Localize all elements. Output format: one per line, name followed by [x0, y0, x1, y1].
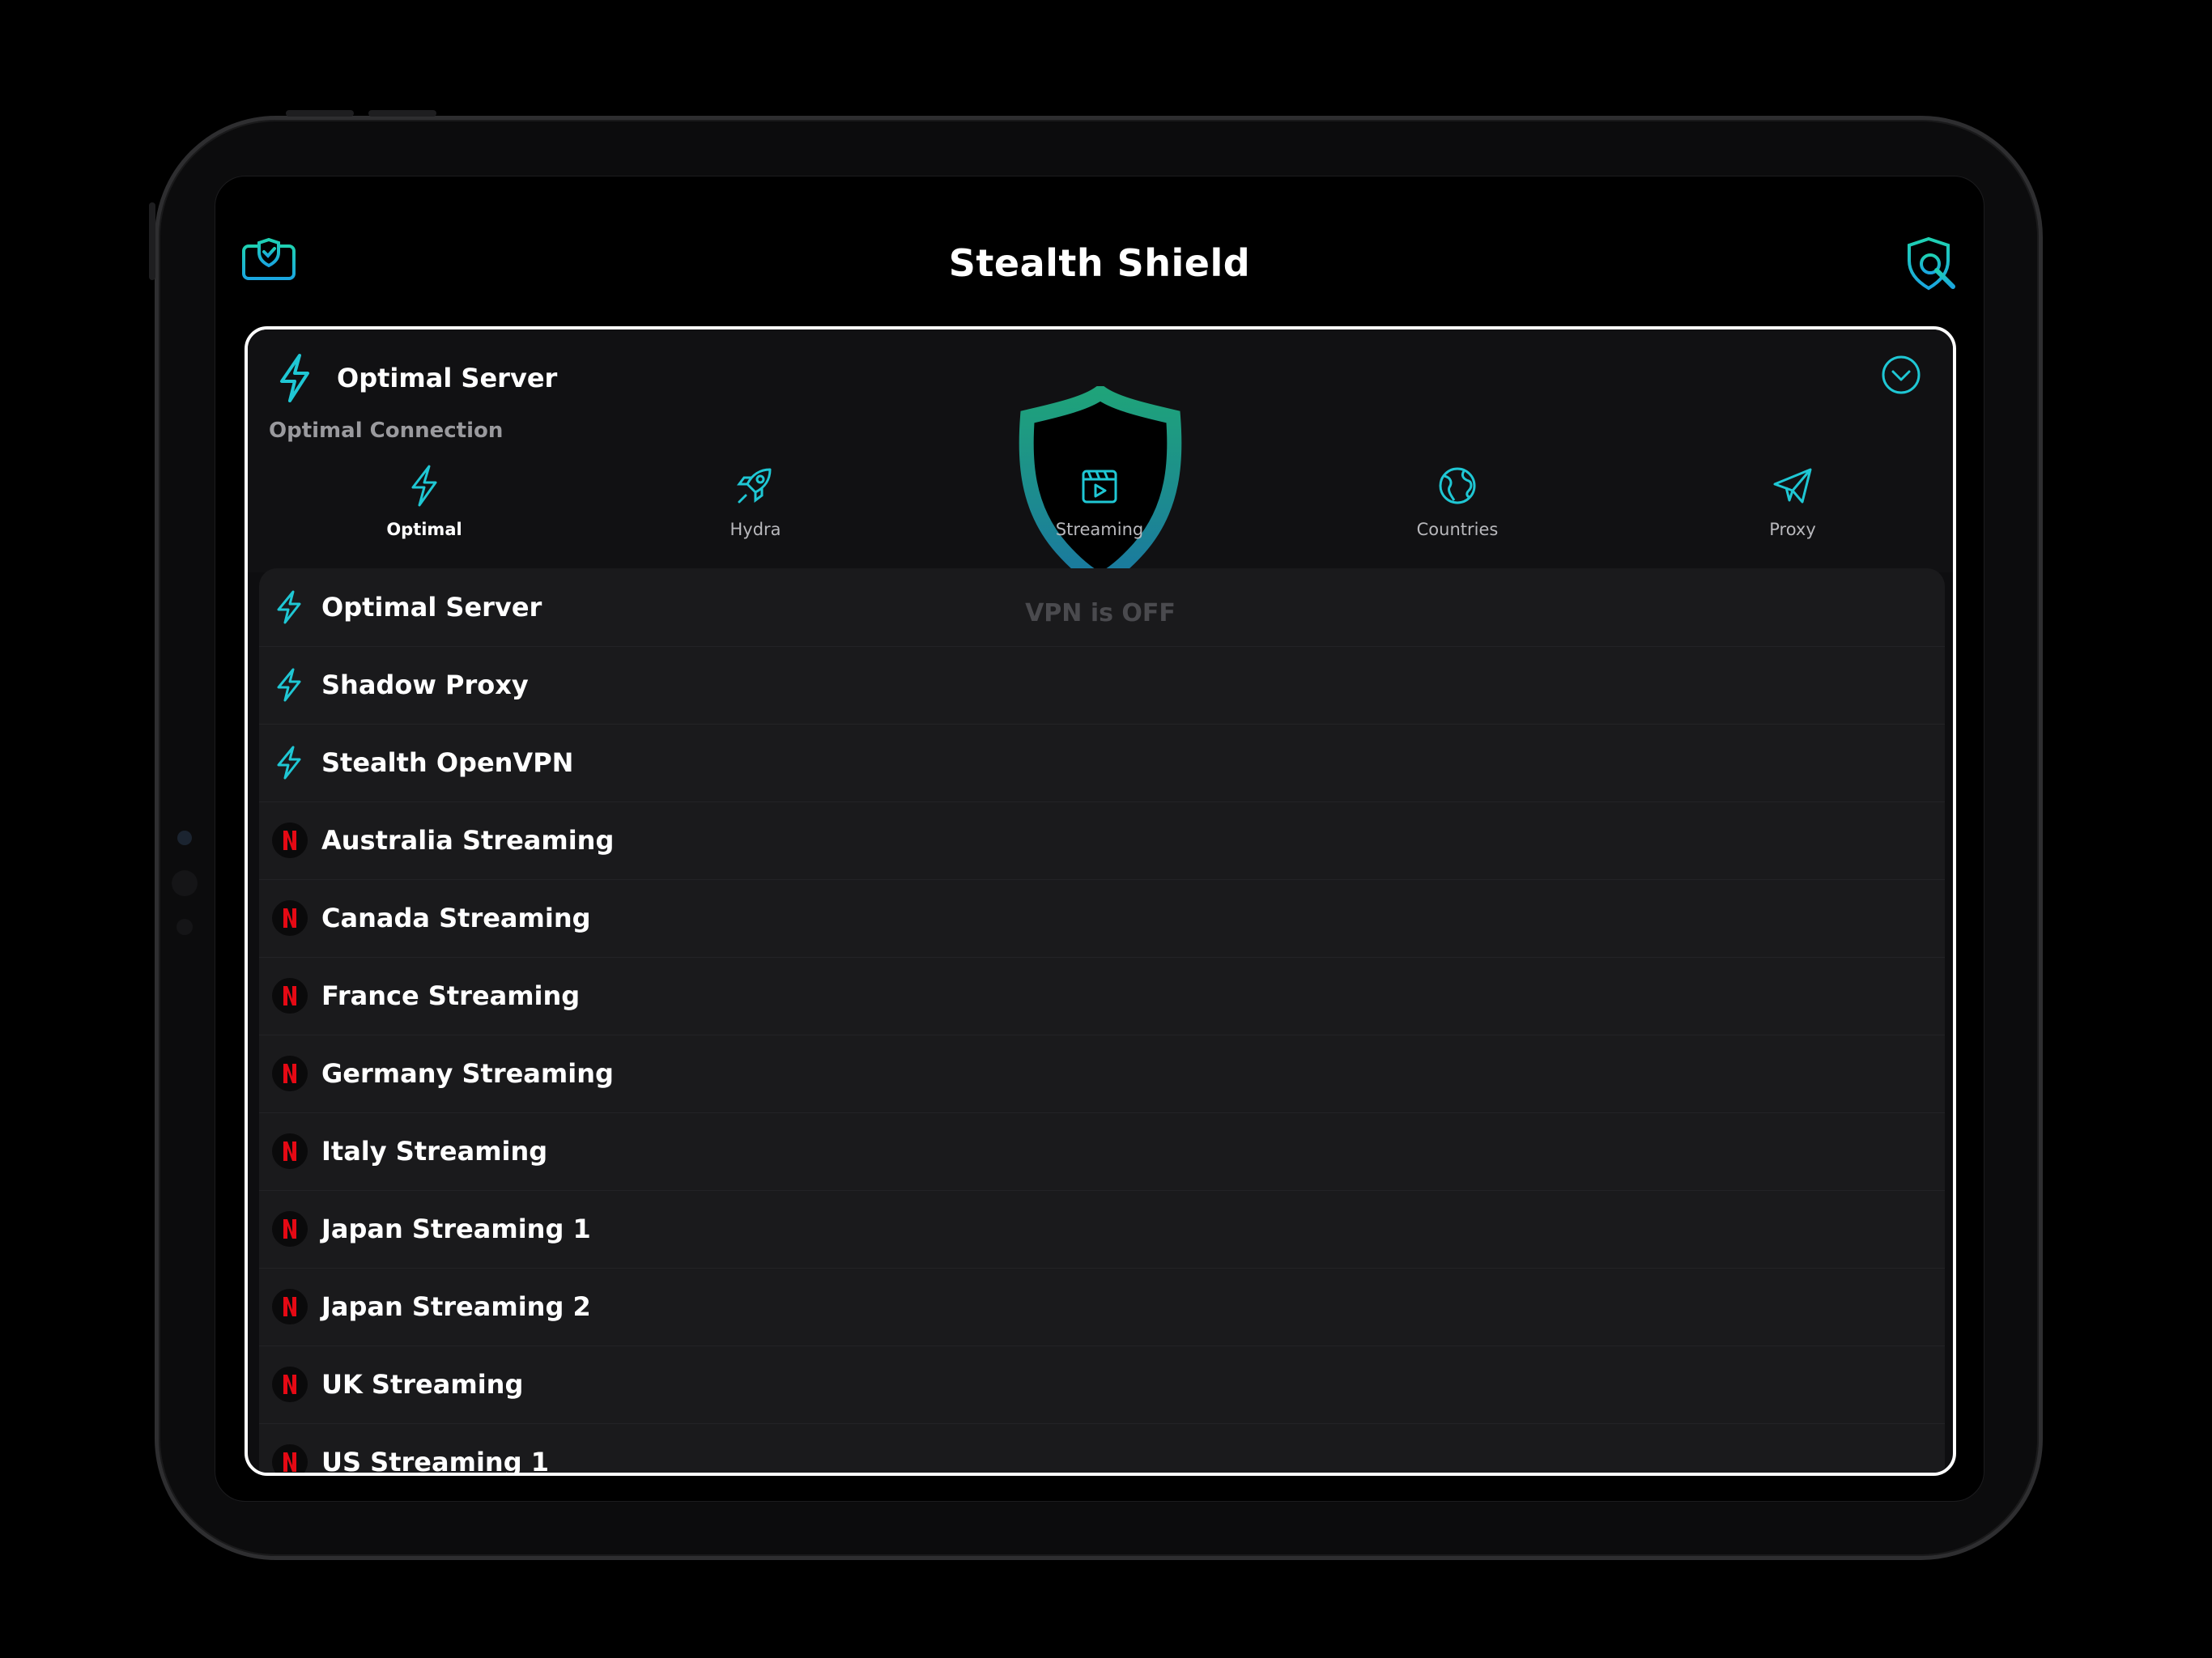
tab-label: Hydra	[730, 520, 781, 539]
netflix-icon	[272, 1211, 308, 1247]
bolt-icon	[277, 668, 301, 702]
server-name: US Streaming 1	[321, 1447, 549, 1476]
server-row[interactable]: Australia Streaming	[259, 801, 1945, 880]
server-row[interactable]: Shadow Proxy	[259, 646, 1945, 725]
tab-countries[interactable]: Countries	[1368, 463, 1546, 539]
front-camera	[177, 831, 192, 845]
server-name: Japan Streaming 1	[321, 1214, 591, 1244]
server-name: France Streaming	[321, 980, 581, 1011]
app-screen: Stealth Shield Optimal Server Optimal Co…	[215, 176, 1984, 1502]
server-row[interactable]: Japan Streaming 1	[259, 1190, 1945, 1269]
tab-streaming[interactable]: Streaming	[1010, 463, 1189, 539]
tab-proxy[interactable]: Proxy	[1704, 463, 1882, 539]
server-name: Japan Streaming 2	[321, 1291, 591, 1322]
hardware-button-top-1	[286, 110, 354, 117]
selected-server[interactable]: Optimal Server	[275, 352, 557, 404]
server-row[interactable]: Stealth OpenVPN	[259, 724, 1945, 802]
page-title: Stealth Shield	[948, 241, 1251, 285]
server-row[interactable]: Japan Streaming 2	[259, 1268, 1945, 1346]
bolt-icon	[280, 354, 309, 402]
vpn-status-text: VPN is OFF	[1025, 599, 1176, 627]
netflix-icon	[272, 900, 308, 936]
server-name: Italy Streaming	[321, 1136, 548, 1167]
tab-label: Countries	[1416, 520, 1499, 539]
server-selector-panel: Optimal Server Optimal Connection Optima…	[245, 326, 1956, 1476]
connection-subtitle: Optimal Connection	[269, 419, 504, 443]
tab-label: Proxy	[1769, 520, 1816, 539]
server-name: Canada Streaming	[321, 903, 591, 933]
hardware-button-top-2	[368, 110, 436, 117]
server-row[interactable]: US Streaming 1	[259, 1423, 1945, 1476]
netflix-icon	[272, 1444, 308, 1473]
netflix-icon	[272, 1133, 308, 1169]
bolt-icon	[411, 465, 437, 507]
server-row[interactable]: Italy Streaming	[259, 1112, 1945, 1191]
tab-hydra[interactable]: Hydra	[666, 463, 844, 539]
selected-server-label: Optimal Server	[337, 363, 558, 393]
film-icon	[1082, 470, 1117, 504]
server-row[interactable]: Canada Streaming	[259, 879, 1945, 958]
server-row[interactable]: France Streaming	[259, 957, 1945, 1035]
netflix-icon	[272, 823, 308, 858]
server-name: Australia Streaming	[321, 825, 615, 856]
server-list[interactable]: Optimal Server Shadow Proxy Stealth OpenVP…	[259, 568, 1945, 1476]
camera-sensor-2	[177, 919, 193, 935]
hardware-button-side	[149, 202, 155, 280]
rocket-icon	[737, 468, 772, 504]
paper-plane-icon	[1773, 468, 1812, 504]
netflix-icon	[272, 978, 308, 1014]
bolt-icon	[277, 746, 301, 780]
server-name: Shadow Proxy	[321, 670, 529, 700]
camera-sensor-1	[172, 870, 198, 896]
server-name: UK Streaming	[321, 1369, 524, 1400]
shield-settings-icon[interactable]	[1901, 235, 1959, 293]
server-row[interactable]: UK Streaming	[259, 1346, 1945, 1424]
server-name: Germany Streaming	[321, 1058, 614, 1089]
server-name: Stealth OpenVPN	[321, 747, 574, 778]
tab-optimal[interactable]: Optimal	[335, 463, 513, 539]
tab-label: Streaming	[1055, 520, 1144, 539]
server-row[interactable]: Germany Streaming	[259, 1035, 1945, 1113]
netflix-icon	[272, 1289, 308, 1324]
netflix-icon	[272, 1056, 308, 1091]
netflix-icon	[272, 1367, 308, 1402]
chevron-down-icon[interactable]	[1880, 354, 1922, 396]
globe-icon	[1439, 467, 1476, 504]
tab-label: Optimal	[386, 520, 462, 539]
